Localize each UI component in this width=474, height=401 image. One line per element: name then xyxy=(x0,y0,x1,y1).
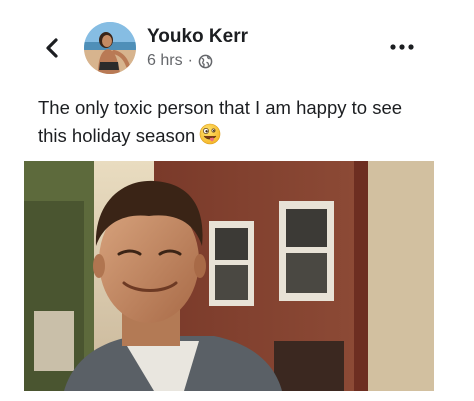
meta-separator: · xyxy=(187,52,193,69)
facebook-post: Youko Kerr 6 hrs · The only toxic person… xyxy=(0,0,474,401)
more-options-button[interactable] xyxy=(384,35,420,59)
post-text-line-2-text: this holiday season xyxy=(38,125,196,146)
author-avatar[interactable] xyxy=(84,22,136,74)
avatar-photo xyxy=(84,22,136,74)
post-time[interactable]: 6 hrs xyxy=(147,52,183,70)
back-button[interactable] xyxy=(38,33,66,63)
post-image[interactable] xyxy=(24,161,434,391)
post-text-line-2: this holiday season xyxy=(38,122,438,150)
post-text-line-1: The only toxic person that I am happy to… xyxy=(38,97,403,118)
globe-icon[interactable] xyxy=(198,54,213,69)
chevron-left-icon xyxy=(46,38,58,58)
post-meta: 6 hrs · xyxy=(147,52,213,70)
more-horizontal-icon xyxy=(390,44,414,50)
man-smiling-photo xyxy=(24,161,434,391)
post-text: The only toxic person that I am happy to… xyxy=(38,94,438,150)
zany-face-emoji-icon xyxy=(200,123,221,145)
author-name[interactable]: Youko Kerr xyxy=(147,26,248,48)
